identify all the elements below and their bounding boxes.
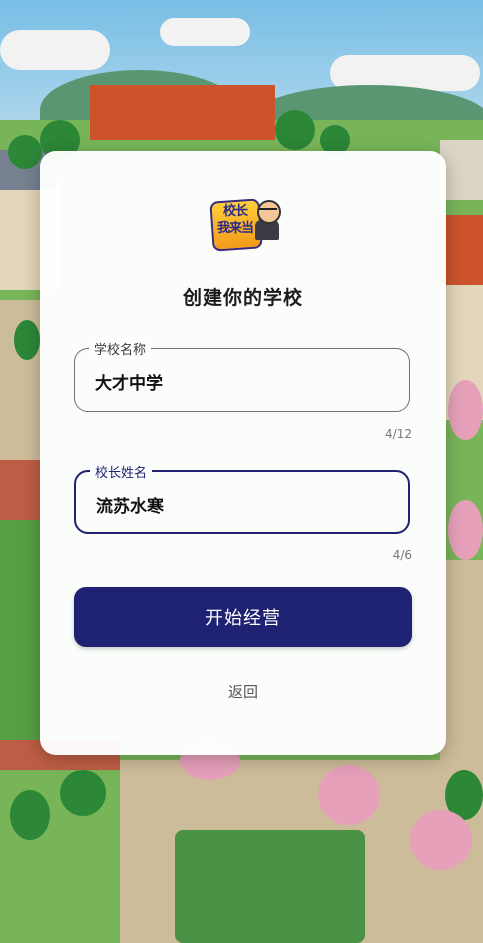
principal-character-icon (255, 200, 281, 240)
school-name-label: 学校名称 (89, 339, 152, 358)
school-name-field[interactable]: 学校名称 大才中学 (74, 339, 410, 412)
dialog-title: 创建你的学校 (182, 287, 303, 309)
principal-name-counter: 4/6 (392, 548, 412, 562)
principal-name-value[interactable]: 流苏水寒 (96, 492, 164, 517)
back-button[interactable]: 返回 (40, 681, 446, 702)
school-name-counter: 4/12 (385, 427, 412, 441)
logo-text: 校长 我来当 (216, 204, 254, 236)
school-name-value[interactable]: 大才中学 (95, 369, 163, 394)
start-button[interactable]: 开始经营 (74, 587, 412, 647)
principal-name-field[interactable]: 校长姓名 流苏水寒 (74, 462, 410, 534)
create-school-dialog: 校长 我来当 创建你的学校 学校名称 大才中学 4/12 校长姓名 流苏水寒 4/… (40, 151, 446, 755)
principal-name-label: 校长姓名 (90, 462, 153, 481)
game-logo: 校长 我来当 (205, 194, 283, 252)
